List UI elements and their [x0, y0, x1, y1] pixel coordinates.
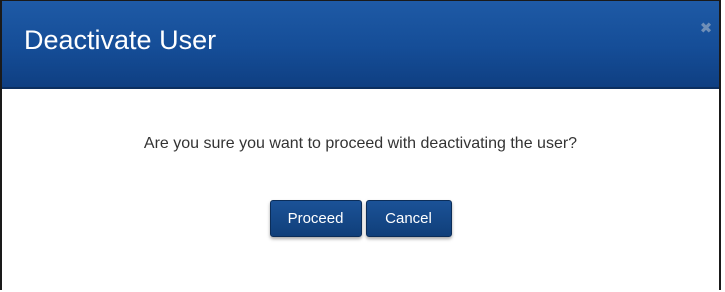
confirmation-message: Are you sure you want to proceed with de… [143, 135, 578, 152]
deactivate-user-dialog: Deactivate User ✖ Are you sure you want … [0, 0, 721, 290]
cancel-button[interactable]: Cancel [365, 200, 452, 237]
dialog-actions: Proceed Cancel [2, 200, 719, 237]
dialog-header: Deactivate User ✖ [2, 1, 719, 89]
close-icon[interactable]: ✖ [697, 19, 715, 37]
proceed-button[interactable]: Proceed [269, 200, 362, 237]
dialog-title: Deactivate User [24, 25, 217, 55]
